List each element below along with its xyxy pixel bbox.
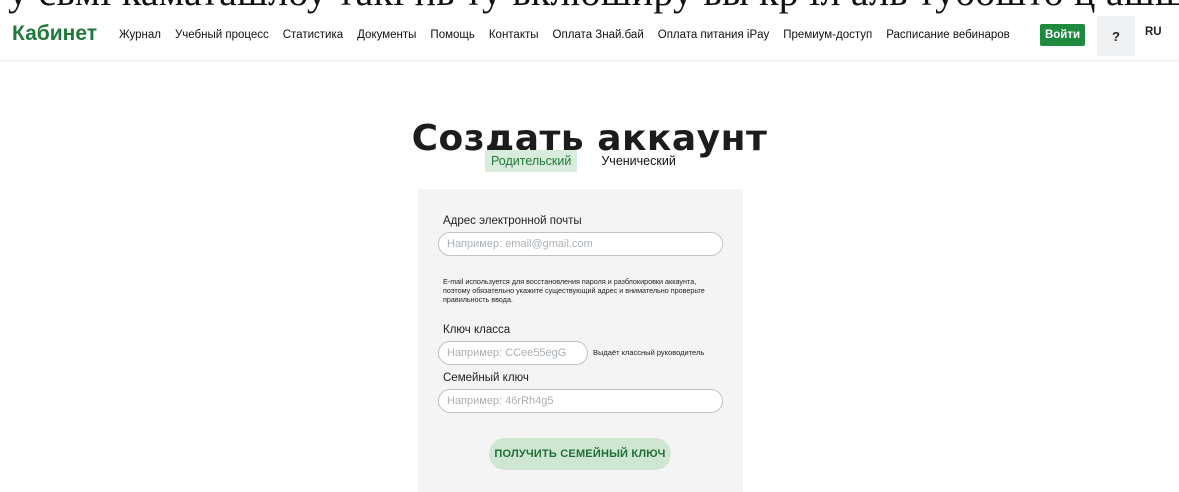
cropped-top-text: у сьмі каматашлоу такі нь ту ьклюширу ьы… (8, 0, 1179, 14)
main-nav: Журнал Учебный процесс Статистика Докуме… (119, 29, 1010, 41)
nav-item-payment-znai[interactable]: Оплата Знай.бай (553, 29, 644, 41)
cropped-top-strip: у сьмі каматашлоу такі нь ту ьклюширу ьы… (0, 0, 1179, 14)
class-key-note: Выдаёт классный руководитель (593, 348, 705, 357)
brand-logo[interactable]: Кабинет (12, 22, 97, 46)
site-header: Кабинет Журнал Учебный процесс Статистик… (0, 14, 1179, 61)
help-button[interactable]: ? (1097, 16, 1135, 56)
email-note: E-mail используется для восстановления п… (443, 277, 705, 304)
signup-form: Адрес электронной почты E-mail используе… (418, 189, 743, 492)
nav-item-contacts[interactable]: Контакты (489, 29, 539, 41)
nav-item-documents[interactable]: Документы (357, 29, 416, 41)
family-key-label: Семейный ключ (443, 372, 529, 384)
class-key-label: Ключ класса (443, 324, 511, 336)
language-switch[interactable]: RU (1145, 26, 1162, 38)
account-type-tabs: Родительский Ученический (485, 150, 682, 172)
nav-item-statistics[interactable]: Статистика (283, 29, 343, 41)
nav-item-help[interactable]: Помощь (430, 29, 474, 41)
nav-item-learning-process[interactable]: Учебный процесс (175, 29, 269, 41)
get-family-key-button[interactable]: ПОЛУЧИТЬ СЕМЕЙНЫЙ КЛЮЧ (489, 438, 671, 470)
class-key-field[interactable] (438, 341, 588, 365)
email-label: Адрес электронной почты (443, 215, 582, 227)
nav-item-premium[interactable]: Премиум-доступ (783, 29, 872, 41)
nav-item-webinars[interactable]: Расписание вебинаров (886, 29, 1010, 41)
email-field[interactable] (438, 232, 723, 256)
nav-item-payment-ipay[interactable]: Оплата питания iPay (658, 29, 770, 41)
family-key-field[interactable] (438, 389, 723, 413)
login-button[interactable]: Войти (1040, 24, 1085, 46)
tab-student[interactable]: Ученический (595, 150, 681, 172)
nav-item-journal[interactable]: Журнал (119, 29, 161, 41)
tab-parent[interactable]: Родительский (485, 150, 578, 172)
